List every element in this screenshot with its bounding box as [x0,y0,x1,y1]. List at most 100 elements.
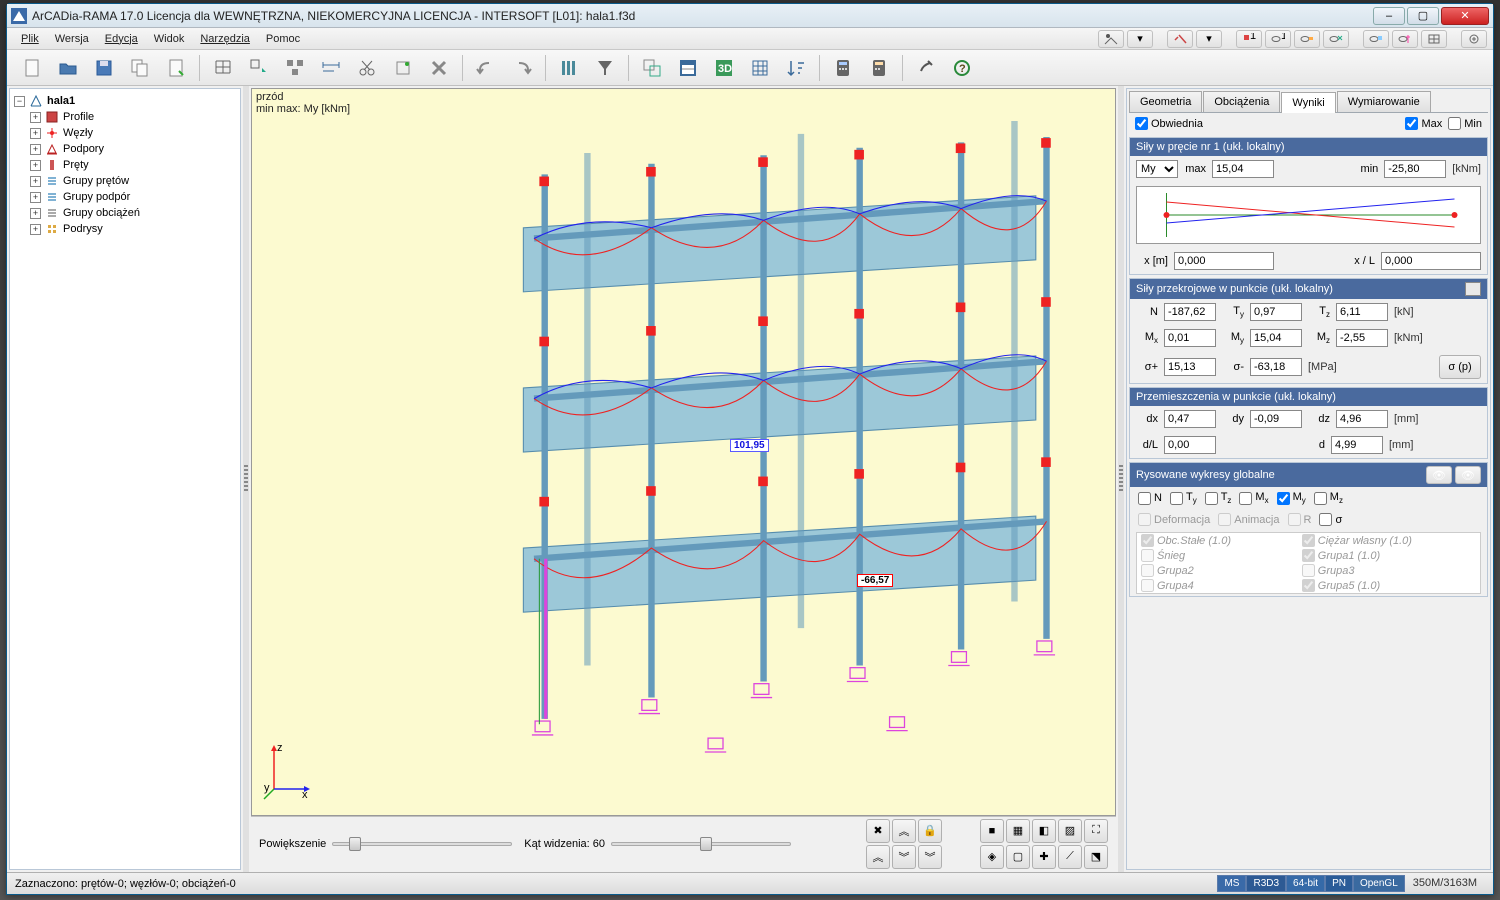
nav-wire[interactable]: ▦ [1006,819,1030,843]
open-file-button[interactable] [53,53,83,83]
undo-button[interactable] [471,53,501,83]
save-button[interactable] [89,53,119,83]
eye-line-icon[interactable]: 11 [1265,30,1291,48]
help-settings-button[interactable]: ? [947,53,977,83]
clear-icon[interactable] [1167,30,1193,48]
columns-button[interactable] [554,53,584,83]
close-button[interactable]: ✕ [1441,7,1489,25]
minimize-button[interactable]: – [1373,7,1405,25]
section-dropdown[interactable] [1465,282,1481,296]
nav-fit[interactable]: ✖ [866,819,890,843]
force-tz[interactable] [1336,303,1388,321]
tree-item-grupy-pretow[interactable]: +Grupy prętów [30,173,236,189]
sigma-minus[interactable] [1250,358,1302,376]
view-mode-1[interactable] [1098,30,1124,48]
nav-axes[interactable]: ✚ [1032,845,1056,869]
nav-iso[interactable]: ◈ [980,845,1004,869]
menu-pomoc[interactable]: Pomoc [258,31,308,47]
view-mode-dropdown[interactable]: ▾ [1127,30,1153,48]
calc-button[interactable] [828,53,858,83]
add-node-button[interactable] [244,53,274,83]
moment-mx[interactable] [1164,329,1216,347]
sort-button[interactable] [781,53,811,83]
tab-geometria[interactable]: Geometria [1129,91,1202,112]
disp-d[interactable] [1331,436,1383,454]
eye-grid-icon[interactable] [1421,30,1447,48]
nav-down[interactable]: ︾ [892,845,916,869]
force-select[interactable]: My [1136,160,1178,178]
settings-button[interactable] [911,53,941,83]
menu-narzedzia[interactable]: Narzędzia [192,31,258,47]
delete-button[interactable] [424,53,454,83]
eye-axis-icon[interactable] [1323,30,1349,48]
disp-dz[interactable] [1336,410,1388,428]
splitter-left[interactable] [243,86,249,872]
eye-tag-icon[interactable] [1294,30,1320,48]
sigma-p-button[interactable]: σ (p) [1439,355,1481,379]
3d-viewport[interactable]: przód min max: My [kNm] [251,88,1116,816]
calc2-button[interactable] [864,53,894,83]
tree-item-grupy-podpor[interactable]: +Grupy podpór [30,189,236,205]
group-button[interactable] [280,53,310,83]
expand-icon[interactable] [1461,30,1487,48]
tree-item-wezly[interactable]: +Węzły [30,125,236,141]
new-file-button[interactable] [17,53,47,83]
x-over-l[interactable] [1381,252,1481,270]
nav-sel[interactable]: ▢ [1006,845,1030,869]
force-ty[interactable] [1250,303,1302,321]
nav-zoomfit[interactable]: ⛶ [1084,819,1108,843]
sigma-plus[interactable] [1164,358,1216,376]
project-tree[interactable]: − hala1 +Profile +Węzły +Podpory +Pręty … [9,88,241,870]
tab-wymiarowanie[interactable]: Wymiarowanie [1337,91,1431,112]
nav-solid[interactable]: ■ [980,819,1004,843]
eye-graph-icon[interactable]: 👁 [1426,466,1452,484]
nav-measure[interactable]: ⟋ [1058,845,1082,869]
show-node-icon[interactable]: 11 [1236,30,1262,48]
nav-up[interactable]: ︽ [892,819,916,843]
tree-item-prety[interactable]: +Pręty [30,157,236,173]
disp-dl[interactable] [1164,436,1216,454]
tree-item-profile[interactable]: +Profile [30,109,236,125]
nav-render[interactable]: ▨ [1058,819,1082,843]
table-button[interactable] [673,53,703,83]
3d-button[interactable]: 3D [709,53,739,83]
menu-widok[interactable]: Widok [146,31,193,47]
disp-dy[interactable] [1250,410,1302,428]
tree-item-grupy-obciazen[interactable]: +Grupy obciążeń [30,205,236,221]
min-value[interactable] [1384,160,1446,178]
maximize-button[interactable]: ▢ [1407,7,1439,25]
fov-slider[interactable] [611,842,791,846]
save-as-button[interactable] [125,53,155,83]
disp-dx[interactable] [1164,410,1216,428]
report-button[interactable] [161,53,191,83]
tab-obciazenia[interactable]: Obciążenia [1203,91,1280,112]
clear-dropdown[interactable]: ▾ [1196,30,1222,48]
menu-edycja[interactable]: Edycja [97,31,146,47]
nav-shade[interactable]: ◧ [1032,819,1056,843]
splitter-right[interactable] [1118,86,1124,872]
tree-root[interactable]: − hala1 [14,93,236,109]
matrix-button[interactable] [745,53,775,83]
moment-mz[interactable] [1336,329,1388,347]
max-value[interactable] [1212,160,1274,178]
x-meters[interactable] [1174,252,1274,270]
eye-cross-icon[interactable] [1392,30,1418,48]
tree-item-podpory[interactable]: +Podpory [30,141,236,157]
zoom-slider[interactable] [332,842,512,846]
nav-section[interactable]: ⬔ [1084,845,1108,869]
dimension-button[interactable] [316,53,346,83]
tree-item-podrysy[interactable]: +Podrysy [30,221,236,237]
nav-left[interactable]: ︽ [866,845,890,869]
collapse-icon[interactable]: − [14,96,25,107]
menu-plik[interactable]: Plik [13,31,47,47]
tab-wyniki[interactable]: Wyniki [1281,92,1335,113]
force-n[interactable] [1164,303,1216,321]
move-box-button[interactable] [637,53,667,83]
moment-my[interactable] [1250,329,1302,347]
grid-button[interactable] [208,53,238,83]
nav-right[interactable]: ︾ [918,845,942,869]
menu-wersja[interactable]: Wersja [47,31,97,47]
eye-label-icon[interactable] [1363,30,1389,48]
nav-lock[interactable]: 🔒 [918,819,942,843]
cut-button[interactable] [352,53,382,83]
